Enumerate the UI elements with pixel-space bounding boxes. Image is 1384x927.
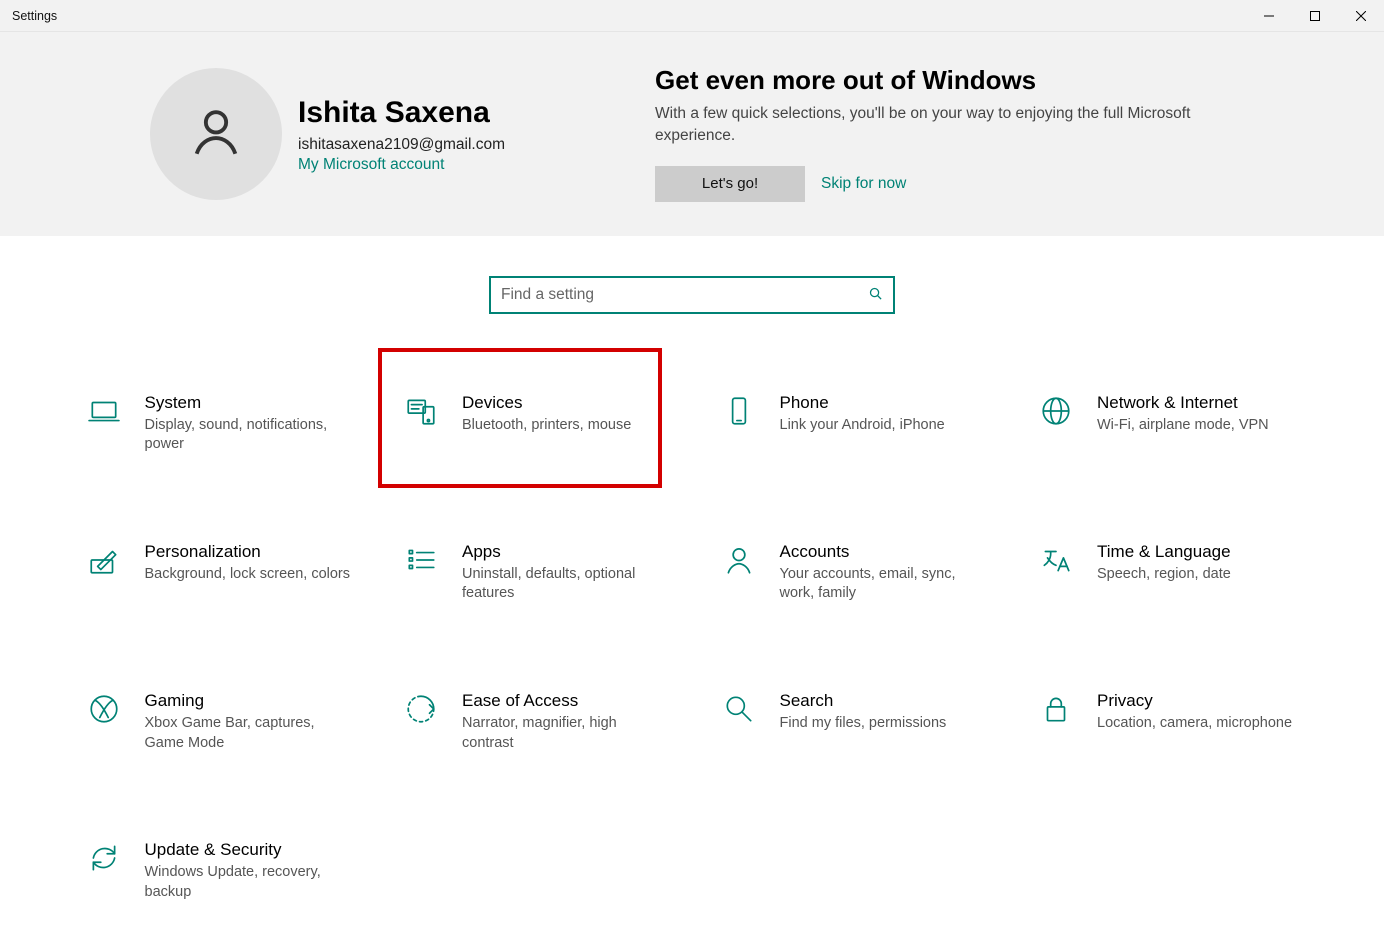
category-label: Network & Internet <box>1097 392 1269 414</box>
category-text: Ease of Access Narrator, magnifier, high… <box>462 690 672 753</box>
pen-icon <box>87 543 123 580</box>
category-time[interactable]: Time & Language Speech, region, date <box>1037 533 1345 612</box>
category-desc: Link your Android, iPhone <box>780 416 945 436</box>
category-desc: Uninstall, defaults, optional features <box>462 565 672 604</box>
account-block[interactable]: Ishita Saxena ishitasaxena2109@gmail.com… <box>150 66 505 202</box>
search-bar[interactable] <box>489 276 895 314</box>
category-desc: Speech, region, date <box>1097 565 1231 585</box>
language-icon <box>1039 543 1075 580</box>
category-apps[interactable]: Apps Uninstall, defaults, optional featu… <box>402 533 710 612</box>
category-label: Time & Language <box>1097 541 1231 563</box>
category-desc: Xbox Game Bar, captures, Game Mode <box>145 714 355 753</box>
maximize-button[interactable] <box>1292 0 1338 32</box>
category-text: System Display, sound, notifications, po… <box>145 392 355 455</box>
close-button[interactable] <box>1338 0 1384 32</box>
category-desc: Your accounts, email, sync, work, family <box>780 565 990 604</box>
category-desc: Bluetooth, printers, mouse <box>462 416 631 436</box>
account-info: Ishita Saxena ishitasaxena2109@gmail.com… <box>298 94 505 174</box>
category-accounts[interactable]: Accounts Your accounts, email, sync, wor… <box>720 533 1028 612</box>
search-icon <box>722 692 758 729</box>
category-desc: Wi-Fi, airplane mode, VPN <box>1097 416 1269 436</box>
category-desc: Narrator, magnifier, high contrast <box>462 714 672 753</box>
promo-title: Get even more out of Windows <box>655 66 1235 95</box>
minimize-button[interactable] <box>1246 0 1292 32</box>
account-name: Ishita Saxena <box>298 94 505 132</box>
title-bar: Settings <box>0 0 1384 32</box>
category-text: Time & Language Speech, region, date <box>1097 541 1231 585</box>
account-email: ishitasaxena2109@gmail.com <box>298 136 505 154</box>
category-label: Apps <box>462 541 672 563</box>
category-privacy[interactable]: Privacy Location, camera, microphone <box>1037 682 1345 761</box>
list-icon <box>404 543 440 580</box>
category-label: Update & Security <box>145 839 355 861</box>
category-text: Apps Uninstall, defaults, optional featu… <box>462 541 672 604</box>
globe-icon <box>1039 394 1075 431</box>
person-icon <box>187 103 245 164</box>
lets-go-button[interactable]: Let's go! <box>655 166 805 202</box>
category-label: Accounts <box>780 541 990 563</box>
category-label: Devices <box>462 392 631 414</box>
settings-header: Ishita Saxena ishitasaxena2109@gmail.com… <box>0 32 1384 236</box>
search-wrap <box>0 276 1384 314</box>
category-text: Search Find my files, permissions <box>780 690 947 734</box>
category-label: Privacy <box>1097 690 1292 712</box>
category-text: Phone Link your Android, iPhone <box>780 392 945 436</box>
category-label: Search <box>780 690 947 712</box>
laptop-icon <box>87 394 123 431</box>
category-desc: Find my files, permissions <box>780 714 947 734</box>
category-devices[interactable]: Devices Bluetooth, printers, mouse <box>402 384 710 463</box>
promo-block: Get even more out of Windows With a few … <box>655 66 1235 202</box>
category-text: Personalization Background, lock screen,… <box>145 541 351 585</box>
category-network[interactable]: Network & Internet Wi-Fi, airplane mode,… <box>1037 384 1345 463</box>
category-personalization[interactable]: Personalization Background, lock screen,… <box>85 533 393 612</box>
promo-subtitle: With a few quick selections, you'll be o… <box>655 103 1235 148</box>
lock-icon <box>1039 692 1075 729</box>
ms-account-link[interactable]: My Microsoft account <box>298 156 505 174</box>
xbox-icon <box>87 692 123 729</box>
window-title: Settings <box>0 9 57 23</box>
window-controls <box>1246 0 1384 32</box>
category-text: Network & Internet Wi-Fi, airplane mode,… <box>1097 392 1269 436</box>
promo-actions: Let's go! Skip for now <box>655 166 1235 202</box>
skip-for-now-link[interactable]: Skip for now <box>821 175 906 193</box>
category-search-cat[interactable]: Search Find my files, permissions <box>720 682 1028 761</box>
category-ease[interactable]: Ease of Access Narrator, magnifier, high… <box>402 682 710 761</box>
category-desc: Windows Update, recovery, backup <box>145 863 355 902</box>
category-desc: Location, camera, microphone <box>1097 714 1292 734</box>
devices-icon <box>404 394 440 431</box>
category-text: Accounts Your accounts, email, sync, wor… <box>780 541 990 604</box>
categories-grid: System Display, sound, notifications, po… <box>40 384 1345 911</box>
category-desc: Display, sound, notifications, power <box>145 416 355 455</box>
phone-icon <box>722 394 758 431</box>
category-label: System <box>145 392 355 414</box>
search-icon <box>868 286 883 304</box>
category-system[interactable]: System Display, sound, notifications, po… <box>85 384 393 463</box>
search-input[interactable] <box>501 286 868 304</box>
ease-icon <box>404 692 440 729</box>
category-label: Phone <box>780 392 945 414</box>
category-text: Gaming Xbox Game Bar, captures, Game Mod… <box>145 690 355 753</box>
category-label: Ease of Access <box>462 690 672 712</box>
category-label: Gaming <box>145 690 355 712</box>
update-icon <box>87 841 123 878</box>
person-icon <box>722 543 758 580</box>
category-desc: Background, lock screen, colors <box>145 565 351 585</box>
category-text: Devices Bluetooth, printers, mouse <box>462 392 631 436</box>
avatar <box>150 68 282 200</box>
category-label: Personalization <box>145 541 351 563</box>
category-text: Privacy Location, camera, microphone <box>1097 690 1292 734</box>
category-update[interactable]: Update & Security Windows Update, recove… <box>85 831 393 910</box>
category-phone[interactable]: Phone Link your Android, iPhone <box>720 384 1028 463</box>
category-gaming[interactable]: Gaming Xbox Game Bar, captures, Game Mod… <box>85 682 393 761</box>
category-text: Update & Security Windows Update, recove… <box>145 839 355 902</box>
